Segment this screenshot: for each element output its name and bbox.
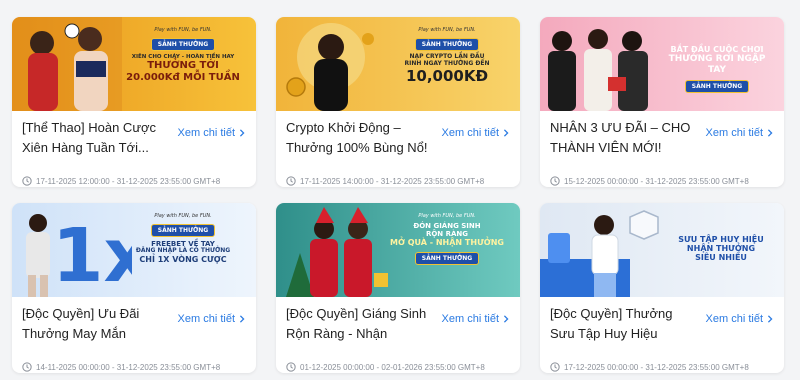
- banner-copy: Play with FUN, be FUN. SẢNH THƯỞNG FREEB…: [118, 213, 248, 264]
- banner-copy: Play with FUN, be FUN. ĐÓN GIÁNG SINH RỘ…: [382, 213, 512, 266]
- promo-card[interactable]: Play with FUN, be FUN. ĐÓN GIÁNG SINH RỘ…: [276, 203, 520, 373]
- promo-card[interactable]: SƯU TẬP HUY HIỆU NHẬN THƯỞNG SIÊU NHIỀU …: [540, 203, 784, 373]
- promo-card-body: NHÂN 3 ƯU ĐÃI – CHO THÀNH VIÊN MỚI! Xem …: [550, 118, 774, 186]
- banner-line: SIÊU NHIỀU: [695, 253, 747, 263]
- promo-date: 17-12-2025 00:00:00 - 31-12-2025 23:55:0…: [550, 362, 749, 372]
- chevron-right-icon: [767, 129, 773, 137]
- promo-card[interactable]: BẮT ĐẦU CUỘC CHƠI THƯỞNG RƠI NGẬP TAY SẢ…: [540, 17, 784, 187]
- chevron-right-icon: [239, 129, 245, 137]
- banner-figures: [548, 29, 648, 111]
- promo-date-text: 14-11-2025 00:00:00 - 31-12-2025 23:55:0…: [36, 362, 221, 372]
- promo-title[interactable]: [Độc Quyền] Thưởng Sưu Tập Huy Hiệu: [550, 304, 700, 344]
- banner-line: THƯỞNG TỚI: [147, 60, 219, 72]
- promo-card[interactable]: Play with FUN, be FUN. SẢNH THƯỞNG XIÊN …: [12, 17, 256, 187]
- view-details-link[interactable]: Xem chi tiết: [706, 127, 774, 139]
- banner-line: NHẬN THƯỞNG: [686, 244, 756, 254]
- promo-date: 17-11-2025 14:00:00 - 31-12-2025 23:55:0…: [286, 176, 484, 186]
- promo-card-body: Crypto Khởi Động – Thưởng 100% Bùng Nổ! …: [286, 118, 510, 186]
- chevron-right-icon: [503, 129, 509, 137]
- promo-card[interactable]: 1x Play with FUN, be FUN. SẢNH THƯỞNG FR…: [12, 203, 256, 373]
- banner-line: SƯU TẬP HUY HIỆU: [678, 235, 764, 244]
- banner-copy: Play with FUN, be FUN. SẢNH THƯỞNG XIÊN …: [118, 27, 248, 83]
- banner-line: ĐĂNG NHẬP LÀ CÓ THƯỞNG: [135, 247, 231, 255]
- banner-badge: SẢNH THƯỞNG: [414, 252, 480, 266]
- view-details-label: Xem chi tiết: [705, 127, 763, 139]
- promo-card-body: [Độc Quyền] Ưu Đãi Thưởng May Mắn Xem ch…: [22, 304, 246, 372]
- banner-line: 10,000KĐ: [405, 66, 489, 85]
- view-details-label: Xem chi tiết: [705, 313, 763, 325]
- banner-line: ĐÓN GIÁNG SINH: [413, 222, 481, 230]
- promo-title[interactable]: Crypto Khởi Động – Thưởng 100% Bùng Nổ!: [286, 118, 436, 158]
- promo-date: 01-12-2025 00:00:00 - 02-01-2026 23:55:0…: [286, 362, 485, 372]
- promo-title[interactable]: NHÂN 3 ƯU ĐÃI – CHO THÀNH VIÊN MỚI!: [550, 118, 700, 158]
- view-details-link[interactable]: Xem chi tiết: [442, 313, 510, 325]
- banner-figures: [12, 17, 122, 111]
- promo-date-text: 01-12-2025 00:00:00 - 02-01-2026 23:55:0…: [300, 362, 485, 372]
- banner-figures: [286, 23, 374, 111]
- banner-badge: SẢNH THƯỞNG: [414, 38, 480, 51]
- banner-badge: SẢNH THƯỞNG: [150, 38, 216, 51]
- view-details-label: Xem chi tiết: [441, 313, 499, 325]
- banner-tagline: Play with FUN, be FUN.: [418, 27, 476, 33]
- banner-tagline: Play with FUN, be FUN.: [154, 213, 212, 219]
- view-details-label: Xem chi tiết: [177, 313, 235, 325]
- promo-card-body: [Độc Quyền] Thưởng Sưu Tập Huy Hiệu Xem …: [550, 304, 774, 372]
- promo-title[interactable]: [Độc Quyền] Ưu Đãi Thưởng May Mắn: [22, 304, 172, 344]
- banner-figures: [540, 210, 659, 297]
- promotions-grid: Play with FUN, be FUN. SẢNH THƯỞNG XIÊN …: [0, 0, 800, 380]
- chevron-right-icon: [767, 315, 773, 323]
- view-details-link[interactable]: Xem chi tiết: [706, 313, 774, 325]
- promo-title[interactable]: [Độc Quyền] Giáng Sinh Rộn Ràng - Nhận T…: [286, 304, 436, 344]
- banner-copy: SƯU TẬP HUY HIỆU NHẬN THƯỞNG SIÊU NHIỀU: [666, 235, 776, 263]
- promo-banner-image[interactable]: Play with FUN, be FUN. SẢNH THƯỞNG NẠP C…: [276, 17, 520, 111]
- clock-icon: [550, 176, 560, 186]
- banner-tagline: Play with FUN, be FUN.: [154, 27, 212, 33]
- promo-banner-image[interactable]: SƯU TẬP HUY HIỆU NHẬN THƯỞNG SIÊU NHIỀU: [540, 203, 784, 297]
- banner-line: BẮT ĐẦU CUỘC CHƠI: [670, 45, 764, 54]
- promo-date-text: 17-12-2025 00:00:00 - 31-12-2025 23:55:0…: [564, 362, 749, 372]
- promo-title[interactable]: [Thể Thao] Hoàn Cược Xiên Hàng Tuần Tới.…: [22, 118, 172, 158]
- promo-card-body: [Thể Thao] Hoàn Cược Xiên Hàng Tuần Tới.…: [22, 118, 246, 186]
- banner-badge: SẢNH THƯỞNG: [684, 79, 750, 93]
- clock-icon: [550, 362, 560, 372]
- promo-banner-image[interactable]: Play with FUN, be FUN. ĐÓN GIÁNG SINH RỘ…: [276, 203, 520, 297]
- clock-icon: [286, 176, 296, 186]
- promo-banner-image[interactable]: Play with FUN, be FUN. SẢNH THƯỞNG XIÊN …: [12, 17, 256, 111]
- banner-line: MỞ QUÀ - NHẬN THƯỞNG: [389, 238, 504, 248]
- banner-badge: SẢNH THƯỞNG: [150, 224, 216, 237]
- banner-figures: 1x: [26, 213, 132, 297]
- promo-date: 15-12-2025 00:00:00 - 31-12-2025 23:55:0…: [550, 176, 749, 186]
- chevron-right-icon: [503, 315, 509, 323]
- promo-date-text: 17-11-2025 14:00:00 - 31-12-2025 23:55:0…: [300, 176, 485, 186]
- banner-tagline: Play with FUN, be FUN.: [418, 213, 476, 219]
- view-details-label: Xem chi tiết: [177, 127, 235, 139]
- banner-line: THƯỞNG RƠI NGẬP TAY: [668, 54, 766, 75]
- chevron-right-icon: [239, 315, 245, 323]
- promo-date-text: 15-12-2025 00:00:00 - 31-12-2025 23:55:0…: [564, 176, 749, 186]
- view-details-label: Xem chi tiết: [441, 127, 499, 139]
- promo-banner-image[interactable]: 1x Play with FUN, be FUN. SẢNH THƯỞNG FR…: [12, 203, 256, 297]
- promo-date-text: 17-11-2025 12:00:00 - 31-12-2025 23:55:0…: [36, 176, 221, 186]
- banner-line: CHỈ 1X VÒNG CƯỢC: [139, 254, 227, 264]
- promo-card-body: [Độc Quyền] Giáng Sinh Rộn Ràng - Nhận T…: [286, 304, 510, 372]
- banner-figures: [286, 207, 388, 297]
- promo-banner-image[interactable]: BẮT ĐẦU CUỘC CHƠI THƯỞNG RƠI NGẬP TAY SẢ…: [540, 17, 784, 111]
- banner-copy: BẮT ĐẦU CUỘC CHƠI THƯỞNG RƠI NGẬP TAY SẢ…: [658, 45, 776, 93]
- view-details-link[interactable]: Xem chi tiết: [178, 127, 246, 139]
- clock-icon: [286, 362, 296, 372]
- banner-line: RỘN RÀNG: [425, 230, 469, 239]
- view-details-link[interactable]: Xem chi tiết: [178, 313, 246, 325]
- clock-icon: [22, 176, 32, 186]
- promo-date: 14-11-2025 00:00:00 - 31-12-2025 23:55:0…: [22, 362, 220, 372]
- view-details-link[interactable]: Xem chi tiết: [442, 127, 510, 139]
- banner-line: 20.000Kđ MỖI TUẦN: [126, 71, 240, 83]
- promo-card[interactable]: Play with FUN, be FUN. SẢNH THƯỞNG NẠP C…: [276, 17, 520, 187]
- promo-date: 17-11-2025 12:00:00 - 31-12-2025 23:55:0…: [22, 176, 220, 186]
- clock-icon: [22, 362, 32, 372]
- banner-copy: Play with FUN, be FUN. SẢNH THƯỞNG NẠP C…: [382, 27, 512, 85]
